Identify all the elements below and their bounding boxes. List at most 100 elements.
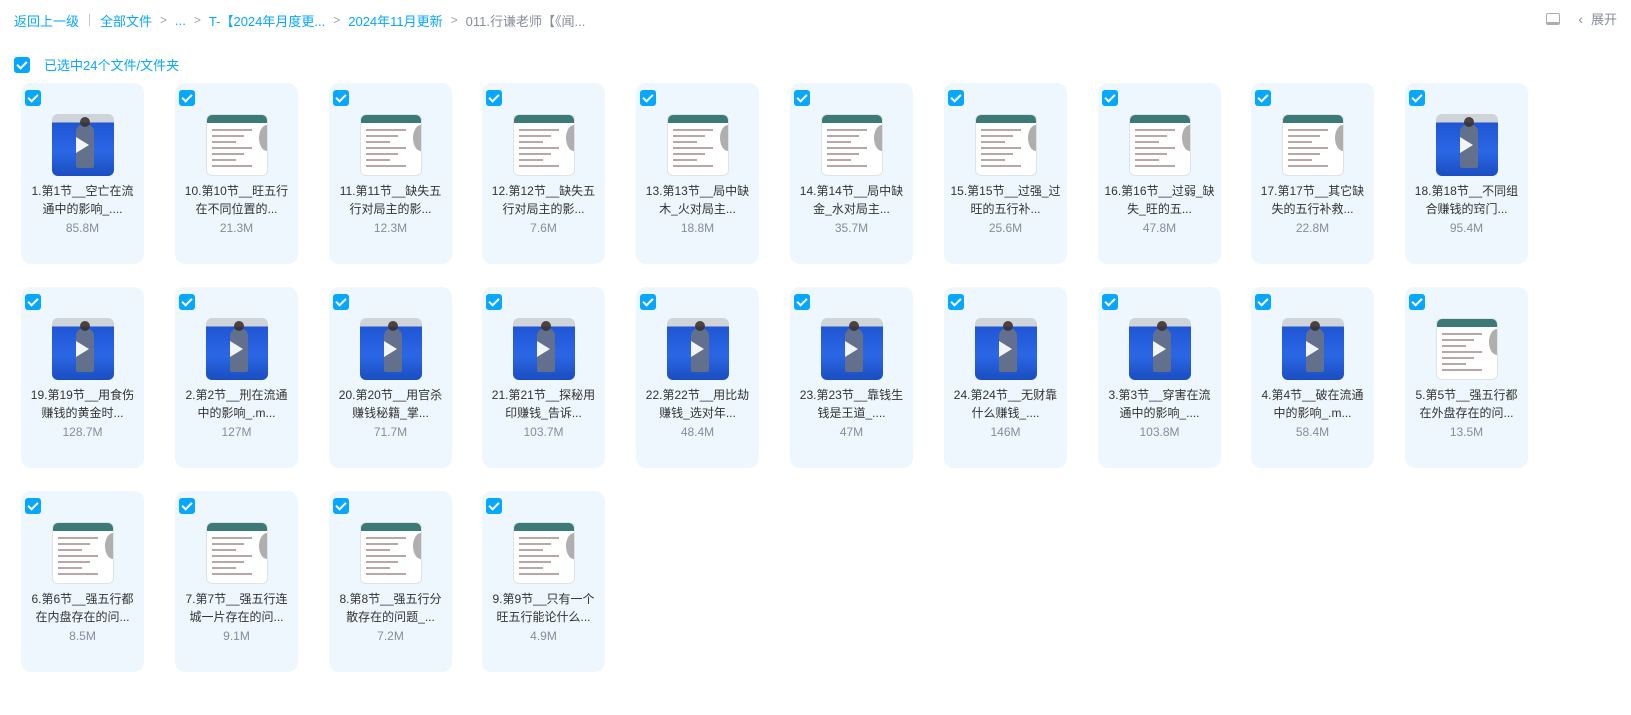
slide-header-bar [822, 115, 882, 123]
file-checkbox[interactable] [179, 498, 195, 514]
video-thumbnail [206, 318, 268, 380]
breadcrumb-folder-november[interactable]: 2024年11月更新 [348, 11, 442, 30]
file-name: 19.第19节__用食伤赚钱的黄金时... [30, 388, 135, 420]
play-icon [1460, 137, 1473, 153]
file-checkbox[interactable] [486, 294, 502, 310]
file-checkbox[interactable] [486, 90, 502, 106]
slide-text-line [366, 537, 406, 539]
slide-text-line [1288, 159, 1312, 161]
file-checkbox[interactable] [948, 90, 964, 106]
file-checkbox[interactable] [333, 294, 349, 310]
file-card[interactable]: 18.第18节__不同组合赚钱的窍门... 95.4M [1405, 83, 1528, 264]
file-checkbox[interactable] [25, 90, 41, 106]
expand-button[interactable]: 展开 [1591, 9, 1617, 28]
slide-text-line [827, 153, 859, 155]
file-checkbox[interactable] [1409, 294, 1425, 310]
slide-thumbnail [667, 114, 729, 176]
file-checkbox[interactable] [486, 498, 502, 514]
file-card[interactable]: 7.第7节__强五行连城一片存在的问... 9.1M [175, 491, 298, 672]
video-thumbnail [52, 318, 114, 380]
file-checkbox[interactable] [179, 90, 195, 106]
file-card[interactable]: 4.第4节__破在流通中的影响_.m... 58.4M [1251, 287, 1374, 468]
view-mode-icon[interactable] [1546, 12, 1561, 25]
video-thumbnail [667, 318, 729, 380]
file-checkbox[interactable] [333, 498, 349, 514]
slide-text-line [58, 555, 98, 557]
file-checkbox[interactable] [1255, 294, 1271, 310]
slide-text-line [519, 555, 559, 557]
file-name: 18.第18节__不同组合赚钱的窍门... [1414, 184, 1519, 216]
slide-header-bar [53, 523, 113, 531]
file-checkbox[interactable] [25, 498, 41, 514]
file-size: 35.7M [834, 221, 869, 235]
file-checkbox[interactable] [1255, 90, 1271, 106]
chevron-left-icon[interactable]: ‹ [1578, 11, 1583, 27]
slide-text-line [1442, 357, 1474, 359]
file-card[interactable]: 1.第1节__空亡在流通中的影响_.... 85.8M [21, 83, 144, 264]
file-card[interactable]: 17.第17节__其它缺失的五行补救... 22.8M [1251, 83, 1374, 264]
file-size: 8.5M [69, 629, 96, 643]
file-checkbox[interactable] [794, 90, 810, 106]
slide-text-line [827, 129, 867, 131]
file-checkbox[interactable] [640, 90, 656, 106]
file-card[interactable]: 11.第11节__缺失五行对局主的影... 12.3M [329, 83, 452, 264]
file-card[interactable]: 9.第9节__只有一个旺五行能论什么... 4.9M [482, 491, 605, 672]
file-card[interactable]: 22.第22节__用比劫赚钱_选对年... 48.4M [636, 287, 759, 468]
file-checkbox[interactable] [794, 294, 810, 310]
file-checkbox[interactable] [1409, 90, 1425, 106]
select-all-checkbox[interactable] [14, 56, 30, 73]
play-icon [537, 341, 550, 357]
breadcrumb-current-folder: 011.行谦老师【《闻... [465, 13, 586, 29]
file-card[interactable]: 13.第13节__局中缺木_火对局主... 18.8M [636, 83, 759, 264]
file-checkbox[interactable] [333, 90, 349, 106]
file-checkbox[interactable] [179, 294, 195, 310]
file-card[interactable]: 2.第2节__刑在流通中的影响_.m... 127M [175, 287, 298, 468]
file-card[interactable]: 10.第10节__旺五行在不同位置的... 21.3M [175, 83, 298, 264]
file-card[interactable]: 14.第14节__局中缺金_水对局主... 35.7M [790, 83, 913, 264]
slide-text-line [366, 153, 398, 155]
file-checkbox[interactable] [948, 294, 964, 310]
slide-decoration [720, 125, 728, 151]
slide-text-line [519, 165, 559, 167]
file-checkbox[interactable] [1102, 90, 1118, 106]
slide-text-line [1135, 129, 1175, 131]
slide-text-line [212, 159, 236, 161]
video-thumbnail [360, 318, 422, 380]
file-card[interactable]: 21.第21节__探秘用印赚钱_告诉... 103.7M [482, 287, 605, 468]
file-card[interactable]: 23.第23节__靠钱生钱是王道_.... 47M [790, 287, 913, 468]
file-card[interactable]: 3.第3节__穿害在流通中的影响_.... 103.8M [1098, 287, 1221, 468]
breadcrumb-ellipsis[interactable]: ... [175, 13, 186, 28]
back-link[interactable]: 返回上一级 [14, 11, 79, 30]
file-name: 23.第23节__靠钱生钱是王道_.... [799, 388, 904, 420]
file-card[interactable]: 16.第16节__过弱_缺失_旺的五... 47.8M [1098, 83, 1221, 264]
selection-bar: 已选中24个文件/文件夹 [14, 55, 179, 74]
slide-decoration [566, 533, 574, 559]
file-size: 9.1M [223, 629, 250, 643]
file-size: 4.9M [530, 629, 557, 643]
file-card[interactable]: 19.第19节__用食伤赚钱的黄金时... 128.7M [21, 287, 144, 468]
play-icon [1153, 341, 1166, 357]
file-size: 95.4M [1449, 221, 1484, 235]
file-card[interactable]: 15.第15节__过强_过旺的五行补... 25.6M [944, 83, 1067, 264]
file-checkbox[interactable] [1102, 294, 1118, 310]
breadcrumb-all-files[interactable]: 全部文件 [100, 11, 152, 30]
slide-text-line [366, 573, 406, 575]
file-size: 21.3M [219, 221, 254, 235]
file-size: 47M [839, 425, 864, 439]
file-card[interactable]: 24.第24节__无财靠什么赚钱_.... 146M [944, 287, 1067, 468]
video-thumbnail [513, 318, 575, 380]
file-checkbox[interactable] [25, 294, 41, 310]
slide-text-line [1135, 135, 1167, 137]
video-thumbnail [1282, 318, 1344, 380]
file-checkbox[interactable] [640, 294, 656, 310]
file-size: 18.8M [680, 221, 715, 235]
slide-text-line [58, 537, 98, 539]
file-card[interactable]: 20.第20节__用官杀赚钱秘籍_掌... 71.7M [329, 287, 452, 468]
file-card[interactable]: 5.第5节__强五行都在外盘存在的问... 13.5M [1405, 287, 1528, 468]
file-card[interactable]: 8.第8节__强五行分散存在的问题_... 7.2M [329, 491, 452, 672]
file-card[interactable]: 6.第6节__强五行都在内盘存在的问... 8.5M [21, 491, 144, 672]
file-card[interactable]: 12.第12节__缺失五行对局主的影... 7.6M [482, 83, 605, 264]
breadcrumb-folder-monthly[interactable]: T-【2024年月度更... [209, 11, 325, 30]
slide-text-line [366, 165, 406, 167]
slide-text-line [212, 141, 236, 143]
